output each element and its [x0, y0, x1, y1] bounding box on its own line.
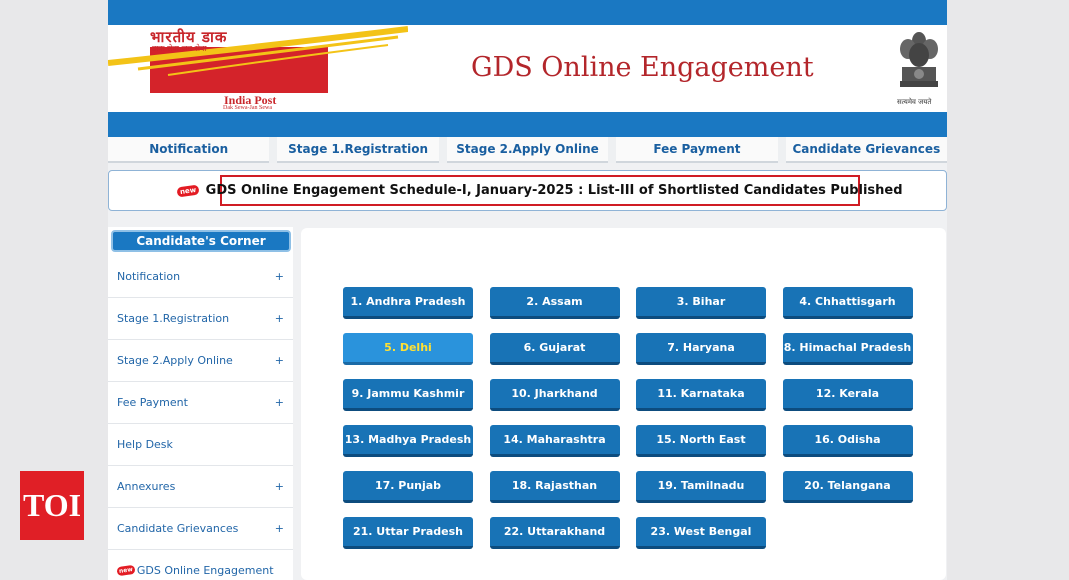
state-button[interactable]: 3. Bihar	[636, 287, 766, 319]
sidebar-item-label: Notification	[117, 270, 181, 283]
sidebar-item-label: GDS Online Engagement	[136, 564, 274, 577]
state-button[interactable]: 9. Jammu Kashmir	[343, 379, 473, 411]
state-button[interactable]: 13. Madhya Pradesh	[343, 425, 473, 457]
india-post-logo[interactable]: भारतीय डाक डाक सेवा-जन सेवा India Post D…	[108, 25, 408, 112]
sidebar-item-label: Help Desk	[117, 438, 173, 451]
toi-watermark-logo: TOI	[20, 471, 84, 540]
sidebar-item-annexures[interactable]: Annexures +	[108, 466, 293, 508]
nav-stage2-apply-online[interactable]: Stage 2.Apply Online	[446, 137, 609, 163]
state-button[interactable]: 15. North East	[636, 425, 766, 457]
state-button-grid: 1. Andhra Pradesh 2. Assam 3. Bihar 4. Chha…	[343, 287, 913, 549]
header: भारतीय डाक डाक सेवा-जन सेवा India Post D…	[108, 25, 947, 112]
sidebar-item-notification[interactable]: Notification +	[108, 256, 293, 298]
main-nav: Notification Stage 1.Registration Stage …	[108, 137, 948, 163]
sidebar-item-stage1-registration[interactable]: Stage 1.Registration +	[108, 298, 293, 340]
state-button[interactable]: 4. Chhattisgarh	[782, 287, 913, 319]
sidebar-item-label: Candidate Grievances	[117, 522, 239, 535]
header-bottom-bar	[108, 112, 947, 137]
new-badge-icon: new	[116, 564, 136, 577]
state-button[interactable]: 14. Maharashtra	[489, 425, 620, 457]
sidebar-item-gds-online-engagement[interactable]: new GDS Online Engagement	[108, 550, 293, 580]
expand-plus-icon[interactable]: +	[275, 396, 284, 409]
logo-hindi-subtext: डाक सेवा-जन सेवा	[152, 44, 207, 53]
sidebar-item-label: Stage 1.Registration	[117, 312, 230, 325]
sidebar-item-fee-payment[interactable]: Fee Payment +	[108, 382, 293, 424]
nav-candidate-grievances[interactable]: Candidate Grievances	[785, 137, 948, 163]
sidebar-item-help-desk[interactable]: Help Desk	[108, 424, 293, 466]
state-button[interactable]: 20. Telangana	[782, 471, 913, 503]
nav-notification[interactable]: Notification	[108, 137, 270, 163]
state-button[interactable]: 6. Gujarat	[489, 333, 620, 365]
expand-plus-icon[interactable]: +	[275, 522, 284, 535]
nav-fee-payment[interactable]: Fee Payment	[616, 137, 778, 163]
announcement-text: GDS Online Engagement Schedule-I, Januar…	[205, 183, 903, 198]
new-badge-icon: new	[176, 184, 201, 197]
state-button[interactable]: 19. Tamilnadu	[636, 471, 766, 503]
sidebar-item-candidate-grievances[interactable]: Candidate Grievances +	[108, 508, 293, 550]
state-button[interactable]: 1. Andhra Pradesh	[343, 287, 473, 319]
state-button[interactable]: 2. Assam	[489, 287, 620, 319]
state-selection-panel: 1. Andhra Pradesh 2. Assam 3. Bihar 4. Chha…	[301, 228, 946, 580]
state-button[interactable]: 16. Odisha	[782, 425, 913, 457]
expand-plus-icon[interactable]: +	[275, 480, 284, 493]
expand-plus-icon[interactable]: +	[275, 270, 284, 283]
announcement-link[interactable]: new GDS Online Engagement Schedule-I, Ja…	[176, 175, 903, 206]
expand-plus-icon[interactable]: +	[275, 354, 284, 367]
state-button[interactable]: 22. Uttarakhand	[489, 517, 620, 549]
national-emblem-icon	[900, 32, 938, 87]
state-button[interactable]: 5. Delhi	[343, 333, 473, 365]
logo-subtext: Dak Sewa-Jan Sewa	[223, 105, 272, 111]
sidebar-item-label: Annexures	[117, 480, 176, 493]
state-button[interactable]: 8. Himachal Pradesh	[782, 333, 913, 365]
state-button[interactable]: 21. Uttar Pradesh	[343, 517, 473, 549]
top-bar	[108, 0, 947, 25]
state-button[interactable]: 7. Haryana	[636, 333, 766, 365]
state-button[interactable]: 18. Rajasthan	[489, 471, 620, 503]
page-title: GDS Online Engagement	[471, 52, 814, 83]
sidebar-item-label: Stage 2.Apply Online	[117, 354, 233, 367]
candidates-corner-sidebar: Candidate's Corner Notification + Stage …	[108, 227, 293, 580]
nav-stage1-registration[interactable]: Stage 1.Registration	[277, 137, 439, 163]
sidebar-list: Notification + Stage 1.Registration + St…	[108, 256, 293, 580]
state-button[interactable]: 17. Punjab	[343, 471, 473, 503]
announcement-banner: new GDS Online Engagement Schedule-I, Ja…	[108, 170, 947, 211]
emblem-caption: सत्यमेव जयते	[897, 98, 932, 106]
sidebar-item-stage2-apply-online[interactable]: Stage 2.Apply Online +	[108, 340, 293, 382]
state-button[interactable]: 10. Jharkhand	[489, 379, 620, 411]
state-button[interactable]: 11. Karnataka	[636, 379, 766, 411]
page: भारतीय डाक डाक सेवा-जन सेवा India Post D…	[108, 0, 948, 580]
sidebar-title: Candidate's Corner	[111, 230, 291, 252]
state-button[interactable]: 12. Kerala	[782, 379, 913, 411]
state-button[interactable]: 23. West Bengal	[636, 517, 766, 549]
expand-plus-icon[interactable]: +	[275, 312, 284, 325]
sidebar-item-label: Fee Payment	[117, 396, 188, 409]
